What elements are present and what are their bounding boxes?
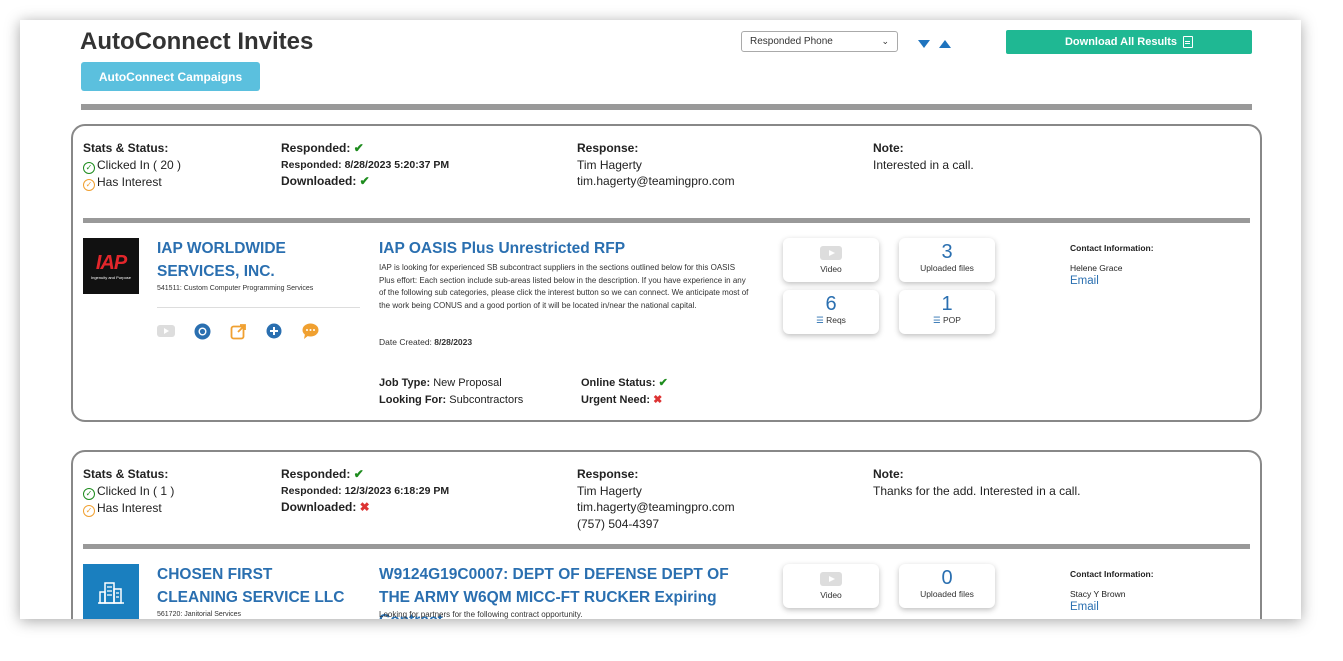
contact-info: Contact Information: Helene Grace Email [1070, 242, 1154, 288]
video-icon [820, 246, 842, 260]
uploaded-files-tile[interactable]: 3 Uploaded files [899, 238, 995, 282]
response-name: Tim Hagerty [577, 483, 642, 498]
cross-icon: ✖ [653, 393, 663, 406]
naics-code: 541511: Custom Computer Programming Serv… [157, 285, 314, 292]
contact-label: Contact Information: [1070, 243, 1154, 253]
contact-email-link[interactable]: Email [1070, 275, 1154, 288]
uploaded-count: 0 [941, 567, 953, 589]
job-description: IAP is looking for experienced SB subcon… [379, 263, 749, 310]
note-label: Note: [873, 467, 904, 481]
company-logo[interactable] [83, 564, 139, 619]
job-description: Looking for partners for the following c… [379, 610, 583, 619]
chat-icon[interactable] [301, 322, 319, 340]
chevron-down-icon: ⌄ [881, 36, 889, 46]
list-icon: ☰ [816, 315, 824, 325]
contact-email-link[interactable]: Email [1070, 601, 1154, 614]
external-link-icon[interactable] [229, 322, 247, 340]
document-icon [1183, 36, 1194, 48]
responded-label: Responded: [281, 141, 351, 155]
contact-label: Contact Information: [1070, 569, 1154, 579]
contact-name: Helene Grace [1070, 263, 1123, 273]
invite-status-row: Stats & Status: ✓ Clicked In ( 1 ) ✓ Has I… [83, 466, 1250, 536]
pop-count: 1 [941, 293, 953, 315]
responded-date: Responded: 12/3/2023 6:18:29 PM [281, 484, 450, 497]
video-tile[interactable]: Video [783, 564, 879, 608]
building-icon [98, 582, 124, 604]
main-panel: AutoConnect Invites AutoConnect Campaign… [20, 20, 1301, 619]
date-created: Date Created: 8/28/2023 [379, 337, 473, 347]
responded-date: Responded: 8/28/2023 5:20:37 PM [281, 158, 450, 171]
stats-label: Stats & Status: [83, 467, 169, 481]
note-label: Note: [873, 141, 904, 155]
reqs-count: 6 [825, 293, 837, 315]
check-circle-icon: ✓ [83, 504, 95, 517]
job-title-link[interactable]: IAP OASIS Plus Unrestricted RFP [379, 237, 759, 260]
stats-label: Stats & Status: [83, 141, 169, 155]
sort-select[interactable]: Responded Phone ⌄ [741, 31, 898, 52]
response-phone: (757) 504-4397 [577, 516, 660, 531]
note-text: Interested in a call. [873, 157, 974, 172]
add-icon[interactable] [265, 322, 283, 340]
interest-status: ✓ Has Interest [83, 174, 181, 191]
uploaded-count: 3 [941, 241, 953, 263]
downloaded-label: Downloaded: [281, 500, 357, 514]
job-meta-left: Job Type: New Proposal Looking For: Subc… [379, 377, 524, 406]
logo-text: IAP [95, 252, 127, 274]
check-icon: ✔ [353, 467, 364, 481]
response-email: tim.hagerty@teamingpro.com [577, 500, 735, 514]
response-email: tim.hagerty@teamingpro.com [577, 174, 735, 188]
sort-ascending-icon[interactable] [939, 40, 951, 48]
pop-tile[interactable]: 1 ☰ POP [899, 290, 995, 334]
download-label: Download All Results [1064, 36, 1178, 48]
video-tile[interactable]: Video [783, 238, 879, 282]
contact-name: Stacy Y Brown [1070, 589, 1126, 599]
company-logo[interactable]: IAP Ingenuity and Purpose [83, 238, 139, 294]
reqs-tile[interactable]: 6 ☰ Reqs [783, 290, 879, 334]
list-icon: ☰ [933, 315, 941, 325]
divider [81, 104, 1252, 110]
page-title: AutoConnect Invites [80, 28, 314, 55]
chrome-icon[interactable] [193, 322, 211, 340]
response-label: Response: [577, 467, 639, 481]
interest-status: ✓ Has Interest [83, 500, 174, 517]
job-meta-right: Online Status: ✔ Urgent Need: ✖ [581, 377, 668, 406]
job-type: New Proposal [433, 377, 502, 389]
contact-info: Contact Information: Stacy Y Brown Email [1070, 568, 1154, 614]
note-text: Thanks for the add. Interested in a call… [873, 483, 1081, 498]
sort-descending-icon[interactable] [918, 40, 930, 48]
autoconnect-campaigns-button[interactable]: AutoConnect Campaigns [81, 62, 260, 91]
check-icon: ✔ [353, 141, 364, 155]
check-circle-icon: ✓ [83, 161, 95, 174]
response-name: Tim Hagerty [577, 157, 642, 172]
clicked-status: ✓ Clicked In ( 1 ) [83, 483, 174, 500]
check-icon: ✔ [359, 174, 370, 188]
clicked-status: ✓ Clicked In ( 20 ) [83, 157, 181, 174]
invite-status-row: Stats & Status: ✓ Clicked In ( 20 ) ✓ Has … [83, 140, 1250, 210]
uploaded-files-tile[interactable]: 0 Uploaded files [899, 564, 995, 608]
check-icon: ✔ [658, 377, 668, 389]
cross-icon: ✖ [359, 500, 370, 514]
company-name-link[interactable]: IAP WORLDWIDE SERVICES, INC. [157, 237, 357, 283]
action-icons [157, 322, 319, 340]
logo-tagline: Ingenuity and Purpose [90, 275, 132, 280]
download-all-results-button[interactable]: Download All Results [1006, 30, 1252, 54]
video-icon [820, 572, 842, 586]
invite-card: Stats & Status: ✓ Clicked In ( 1 ) ✓ Has I… [71, 450, 1262, 619]
invite-card: Stats & Status: ✓ Clicked In ( 20 ) ✓ Has … [71, 124, 1262, 422]
looking-for: Subcontractors [449, 393, 524, 406]
downloaded-label: Downloaded: [281, 174, 357, 188]
response-label: Response: [577, 141, 639, 155]
company-name-link[interactable]: CHOSEN FIRST CLEANING SERVICE LLC [157, 563, 357, 609]
divider [83, 218, 1250, 223]
sort-select-value: Responded Phone [750, 36, 833, 47]
divider [157, 307, 360, 308]
check-circle-icon: ✓ [83, 487, 95, 500]
video-icon[interactable] [157, 322, 175, 340]
naics-code: 561720: Janitorial Services [157, 611, 242, 618]
divider [83, 544, 1250, 549]
check-circle-icon: ✓ [83, 178, 95, 191]
responded-label: Responded: [281, 467, 351, 481]
